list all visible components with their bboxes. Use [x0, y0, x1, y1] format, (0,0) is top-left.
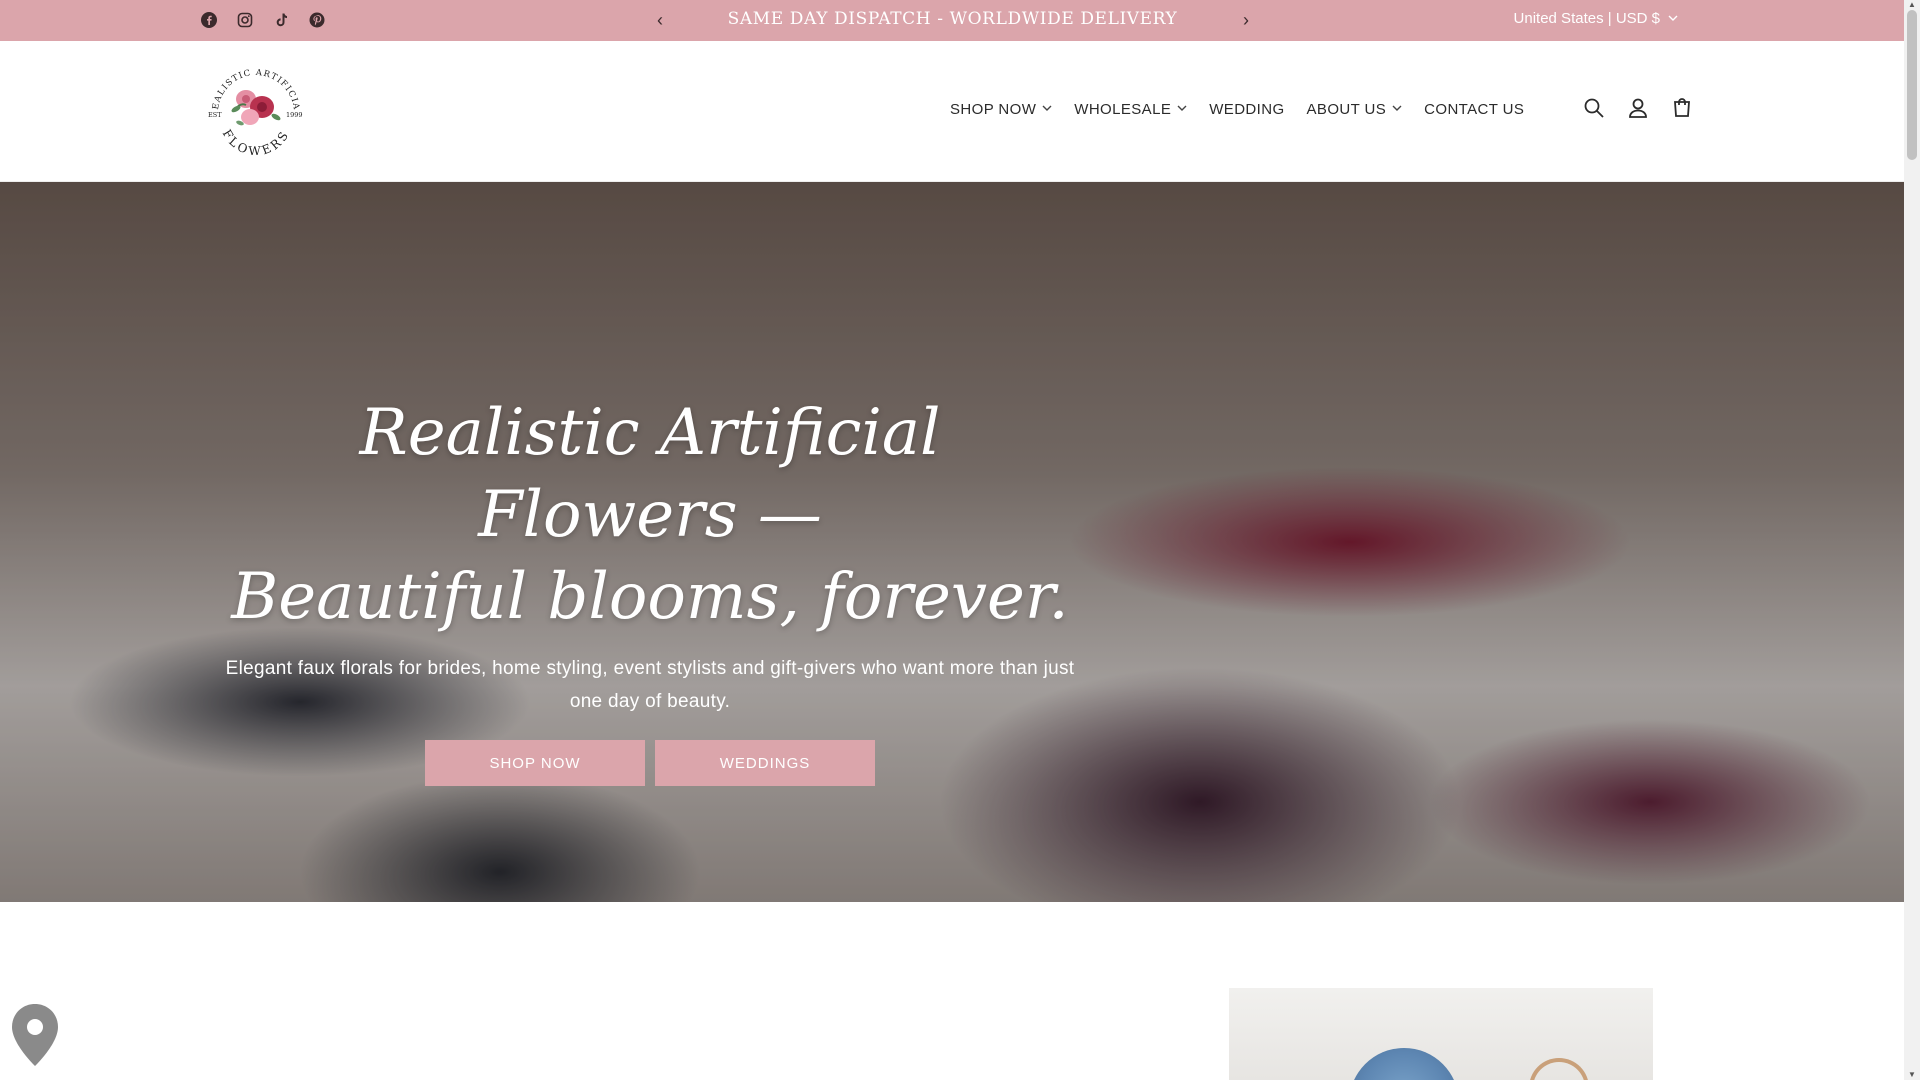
chevron-down-icon: [1392, 103, 1402, 116]
logo[interactable]: REALISTIC ARTIFICIAL FLOWERS EST 1999: [196, 54, 312, 161]
search-icon[interactable]: [1582, 96, 1606, 120]
chevron-right-icon: ›: [1243, 9, 1249, 30]
logo-est: EST: [208, 111, 222, 119]
rose-icon: [231, 90, 281, 126]
announcement-next-button[interactable]: ›: [1234, 8, 1258, 32]
nav-about-us[interactable]: ABOUT US: [1307, 101, 1403, 118]
main-nav: SHOP NOW WHOLESALE WEDDING ABOUT US CONT…: [950, 101, 1524, 118]
announcement-bar: ‹ SAME DAY DISPATCH - WORLDWIDE DELIVERY…: [0, 0, 1904, 41]
announcement-prev-button[interactable]: ‹: [648, 8, 672, 32]
site-header: REALISTIC ARTIFICIAL FLOWERS EST 1999 SH…: [0, 41, 1904, 182]
country-selector[interactable]: United States | USD $: [1514, 10, 1678, 27]
logo-bottom-text: FLOWERS: [220, 127, 290, 158]
chevron-down-icon: [1177, 103, 1187, 116]
country-label: United States | USD $: [1513, 10, 1660, 27]
location-pin-icon[interactable]: [10, 1002, 60, 1068]
logo-year: 1999: [286, 111, 303, 119]
hero-buttons: SHOP NOW WEDDINGS: [220, 740, 1080, 786]
instagram-icon[interactable]: [234, 9, 256, 31]
nav-label: WHOLESALE: [1074, 101, 1172, 118]
pinterest-icon[interactable]: [306, 9, 328, 31]
featured-image: [1229, 988, 1653, 1080]
vase-handle: [1529, 1058, 1589, 1080]
nav-shop-now[interactable]: SHOP NOW: [950, 101, 1052, 118]
hero-title-line2: Beautiful blooms, forever.: [231, 560, 1069, 634]
hero-content: Realistic Artificial Flowers — Beautiful…: [220, 392, 1080, 786]
scroll-up-icon[interactable]: ▲: [1907, 0, 1917, 10]
chevron-down-icon: [1668, 12, 1678, 26]
shop-now-button[interactable]: SHOP NOW: [425, 740, 645, 786]
nav-label: SHOP NOW: [950, 101, 1037, 118]
scrollbar[interactable]: ▲ ▼: [1904, 0, 1920, 1080]
svg-text:FLOWERS: FLOWERS: [220, 127, 293, 158]
scrollbar-thumb[interactable]: [1907, 10, 1917, 160]
hero-title-line1: Realistic Artificial Flowers —: [359, 396, 941, 552]
chevron-left-icon: ‹: [657, 9, 663, 30]
nav-label: CONTACT US: [1424, 101, 1525, 118]
header-icons: [1582, 96, 1694, 120]
weddings-button[interactable]: WEDDINGS: [655, 740, 875, 786]
nav-label: WEDDING: [1209, 101, 1285, 118]
account-icon[interactable]: [1626, 96, 1650, 120]
scroll-down-icon[interactable]: ▼: [1907, 1070, 1917, 1080]
facebook-icon[interactable]: [198, 9, 220, 31]
tiktok-icon[interactable]: [270, 9, 292, 31]
nav-label: ABOUT US: [1306, 101, 1387, 118]
cart-icon[interactable]: [1670, 96, 1694, 120]
chevron-down-icon: [1042, 103, 1052, 116]
hero-title: Realistic Artificial Flowers — Beautiful…: [220, 392, 1080, 638]
nav-wholesale[interactable]: WHOLESALE: [1074, 101, 1187, 118]
hero-banner: Realistic Artificial Flowers — Beautiful…: [0, 182, 1904, 902]
hero-subtitle: Elegant faux florals for brides, home st…: [225, 658, 1075, 712]
announcement-text: SAME DAY DISPATCH - WORLDWIDE DELIVERY: [727, 9, 1178, 29]
nav-contact-us[interactable]: CONTACT US: [1424, 101, 1524, 118]
hydrangea-image: [1349, 1048, 1459, 1080]
nav-wedding[interactable]: WEDDING: [1209, 101, 1284, 118]
social-links: [198, 9, 328, 31]
